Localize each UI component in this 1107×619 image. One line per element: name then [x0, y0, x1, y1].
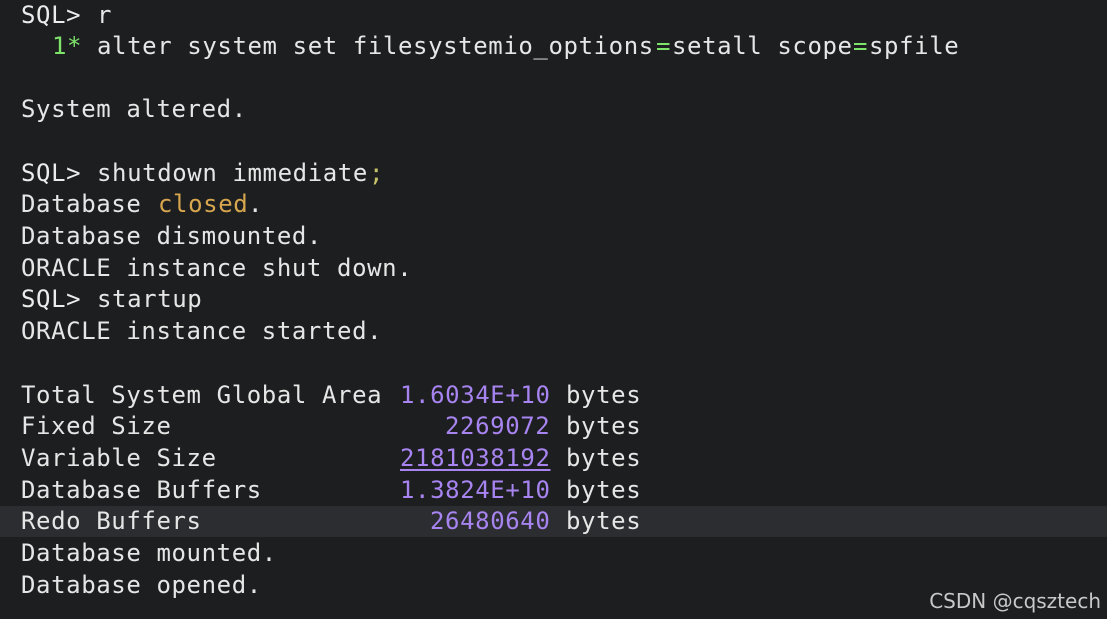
command-text: r: [97, 1, 113, 29]
output-text: ORACLE instance shut down.: [21, 254, 413, 282]
output-text: System altered.: [21, 95, 247, 123]
terminal-line: SQL> r: [0, 0, 1107, 31]
terminal-line: ORACLE instance started.: [0, 316, 1107, 347]
output-text: Database mounted.: [21, 539, 277, 567]
sga-label: Total System Global Area: [21, 381, 383, 409]
operator-equals: =: [656, 32, 672, 60]
command-text: shutdown immediate: [97, 159, 368, 187]
sga-label: Database Buffers: [21, 476, 262, 504]
terminal-line: SQL> shutdown immediate ;: [0, 158, 1107, 189]
sga-value: 1.6034E+10: [400, 381, 551, 409]
terminal-window[interactable]: SQL> r 1* alter system set filesystemio_…: [0, 0, 1107, 619]
command-text: setall scope: [672, 32, 853, 60]
terminal-line: ORACLE instance shut down.: [0, 253, 1107, 284]
sga-value: 2269072: [445, 412, 551, 440]
buffer-line-number: 1*: [52, 32, 83, 60]
sql-prompt: SQL>: [21, 1, 82, 29]
sga-unit: bytes: [566, 444, 642, 472]
terminal-line: SQL> startup: [0, 284, 1107, 315]
keyword-text: closed: [158, 190, 249, 218]
watermark-text: CSDN @cqsztech: [929, 589, 1101, 613]
sql-prompt: SQL>: [21, 285, 82, 313]
sga-value: 1.3824E+10: [400, 476, 551, 504]
operator-equals: =: [853, 32, 869, 60]
sga-row-highlighted: Redo Buffers 26480640 bytes: [0, 506, 1107, 537]
sga-unit: bytes: [566, 381, 642, 409]
terminal-line: Database mounted.: [0, 538, 1107, 569]
sga-label: Variable Size: [21, 444, 217, 472]
terminal-line: 1* alter system set filesystemio_options…: [0, 31, 1107, 62]
sga-unit: bytes: [566, 476, 642, 504]
sga-unit: bytes: [566, 412, 642, 440]
output-text: Database: [21, 190, 142, 218]
sga-row: Total System Global Area 1.6034E+10 byte…: [0, 380, 1107, 411]
sga-value-link[interactable]: 2181038192: [400, 443, 551, 474]
semicolon: ;: [369, 159, 385, 187]
sga-label: Fixed Size: [21, 412, 172, 440]
output-text: Database dismounted.: [21, 222, 322, 250]
terminal-line: Database closed .: [0, 189, 1107, 220]
command-text: startup: [97, 285, 203, 313]
sga-value: 26480640: [430, 507, 551, 535]
terminal-line: Database dismounted.: [0, 221, 1107, 252]
terminal-line: System altered.: [0, 94, 1107, 125]
sql-prompt: SQL>: [21, 159, 82, 187]
output-text: ORACLE instance started.: [21, 317, 383, 345]
command-text: spfile: [869, 32, 960, 60]
sga-unit: bytes: [566, 507, 642, 535]
sga-row: Database Buffers 1.3824E+10 bytes: [0, 475, 1107, 506]
command-text: alter system set filesystemio_options: [97, 32, 654, 60]
sga-label: Redo Buffers: [21, 507, 202, 535]
output-text: Database opened.: [21, 571, 262, 599]
sga-row: Fixed Size 2269072 bytes: [0, 411, 1107, 442]
output-text: .: [248, 190, 264, 218]
sga-row: Variable Size 2181038192 bytes: [0, 443, 1107, 474]
